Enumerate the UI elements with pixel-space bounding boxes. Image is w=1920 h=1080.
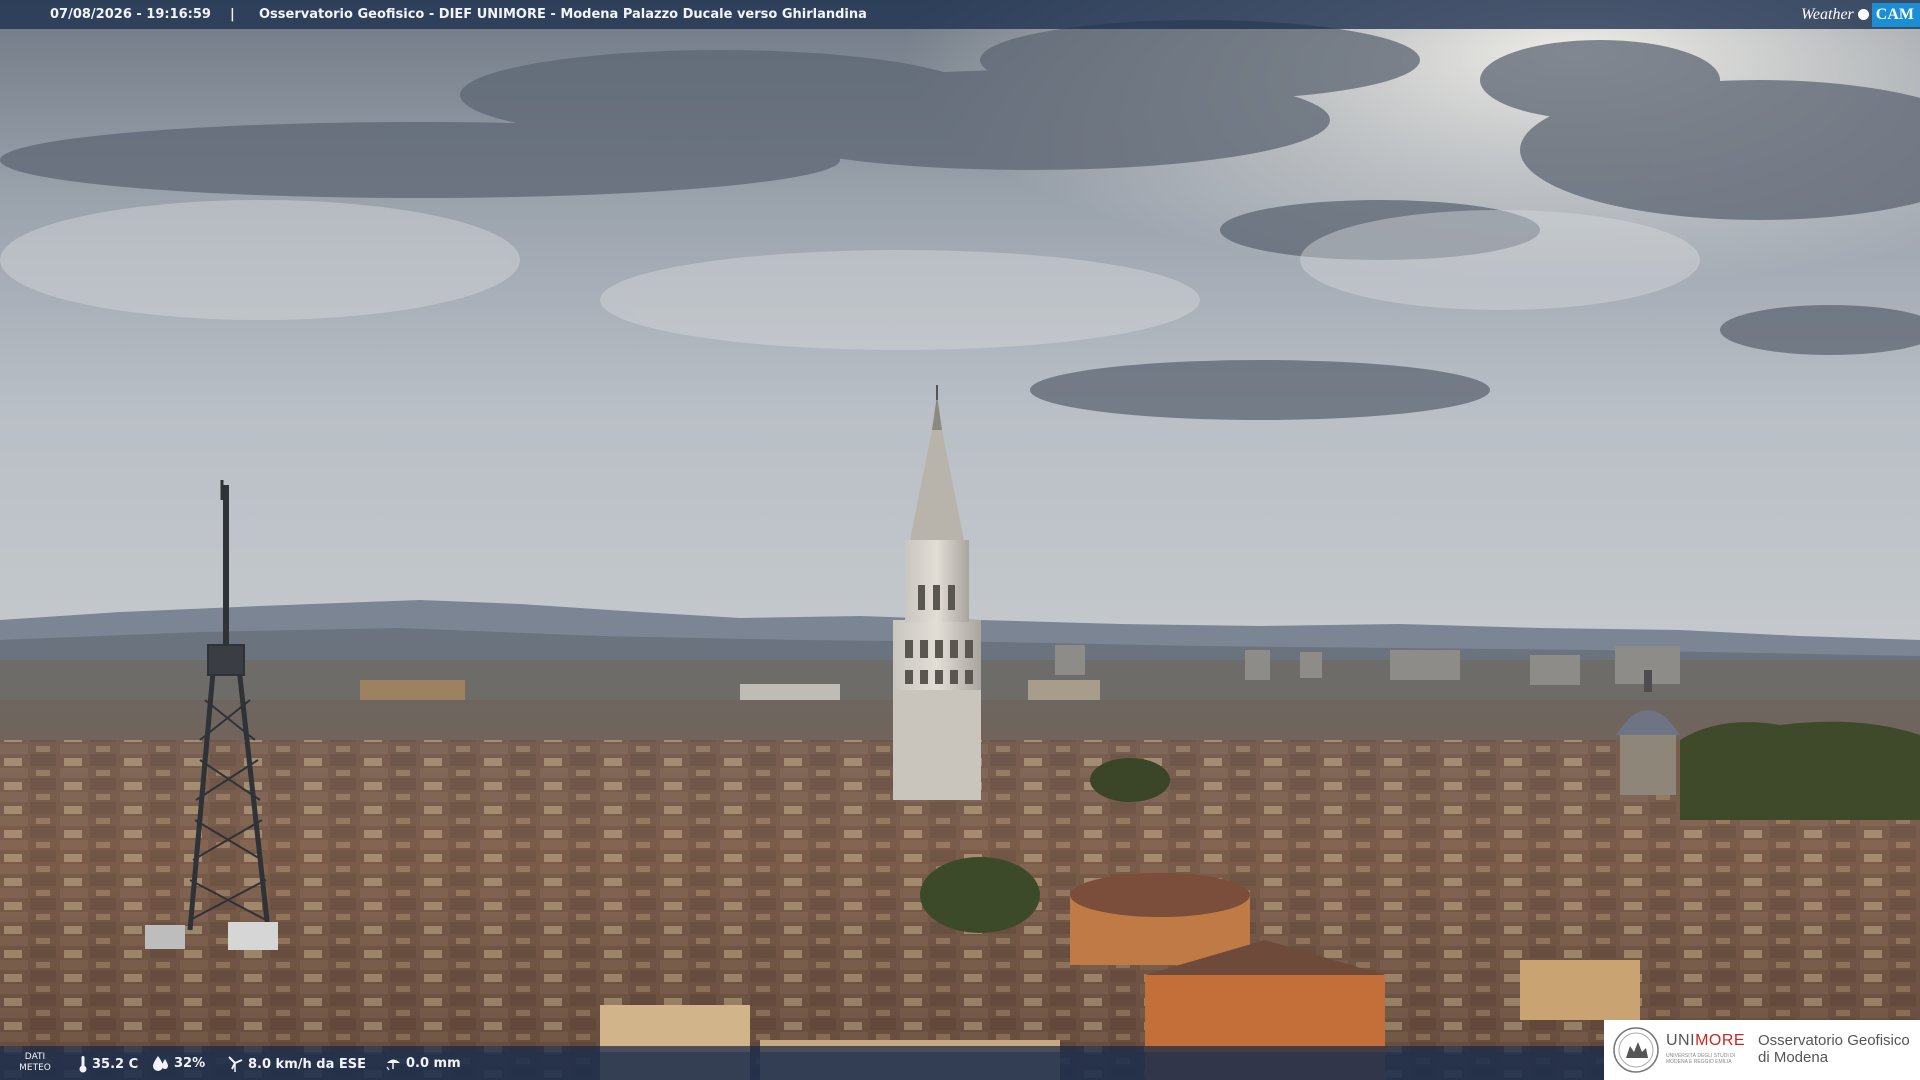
- wind-value: 8.0 km/h da ESE: [248, 1056, 367, 1072]
- weathercam-logo-cam: CAM: [1871, 2, 1920, 27]
- timestamp: 07/08/2026 - 19:16:59: [50, 7, 211, 22]
- observatory-name: Osservatorio Geofisico di Modena: [1758, 1032, 1918, 1066]
- unimore-name: UNIMORE: [1666, 1032, 1745, 1050]
- webcam-scene: [0, 0, 1920, 1080]
- unimore-name-more: MORE: [1695, 1032, 1746, 1049]
- unimore-logo: UNIMORE UNIVERSITÀ DEGLI STUDI DI MODENA…: [1604, 1020, 1920, 1080]
- caption-bar: 07/08/2026 - 19:16:59 | Osservatorio Geo…: [0, 0, 1920, 29]
- location-title: Osservatorio Geofisico - DIEF UNIMORE - …: [259, 7, 867, 22]
- humidity-value: 32%: [174, 1055, 206, 1071]
- unimore-seal-icon: [1613, 1027, 1659, 1073]
- meteo-label-line2: METEO: [19, 1063, 51, 1073]
- unimore-name-uni: UNI: [1666, 1032, 1696, 1049]
- humidity-drop-icon: [153, 1056, 168, 1071]
- unimore-subtitle: UNIVERSITÀ DEGLI STUDI DI MODENA E REGGI…: [1666, 1053, 1736, 1065]
- rain-reading: 0.0 mm: [384, 1055, 461, 1071]
- humidity-reading: 32%: [152, 1055, 205, 1071]
- meteo-label: DATI METEO: [14, 1052, 56, 1074]
- weathercam-logo-weather: Weather: [1801, 5, 1854, 23]
- weathercam-logo: Weather CAM: [1801, 0, 1920, 29]
- weathercam-logo-dot-icon: [1857, 9, 1869, 20]
- wind-reading: 8.0 km/h da ESE: [226, 1055, 366, 1073]
- wind-turbine-icon: [228, 1056, 243, 1072]
- rain-icon: [386, 1059, 400, 1071]
- meteo-label-line1: DATI: [24, 1052, 46, 1062]
- observatory-name-line1: Osservatorio Geofisico: [1758, 1032, 1910, 1049]
- temperature-value: 35.2 C: [92, 1056, 139, 1072]
- meteo-bar: DATI METEO 35.2 C 32% 8.0 km/h da ESE 0.…: [0, 1046, 1610, 1080]
- thermometer-icon: [79, 1056, 87, 1073]
- separator: |: [230, 7, 235, 22]
- temperature-reading: 35.2 C: [78, 1055, 138, 1073]
- observatory-name-line2: di Modena: [1758, 1049, 1829, 1066]
- rain-value: 0.0 mm: [406, 1055, 461, 1071]
